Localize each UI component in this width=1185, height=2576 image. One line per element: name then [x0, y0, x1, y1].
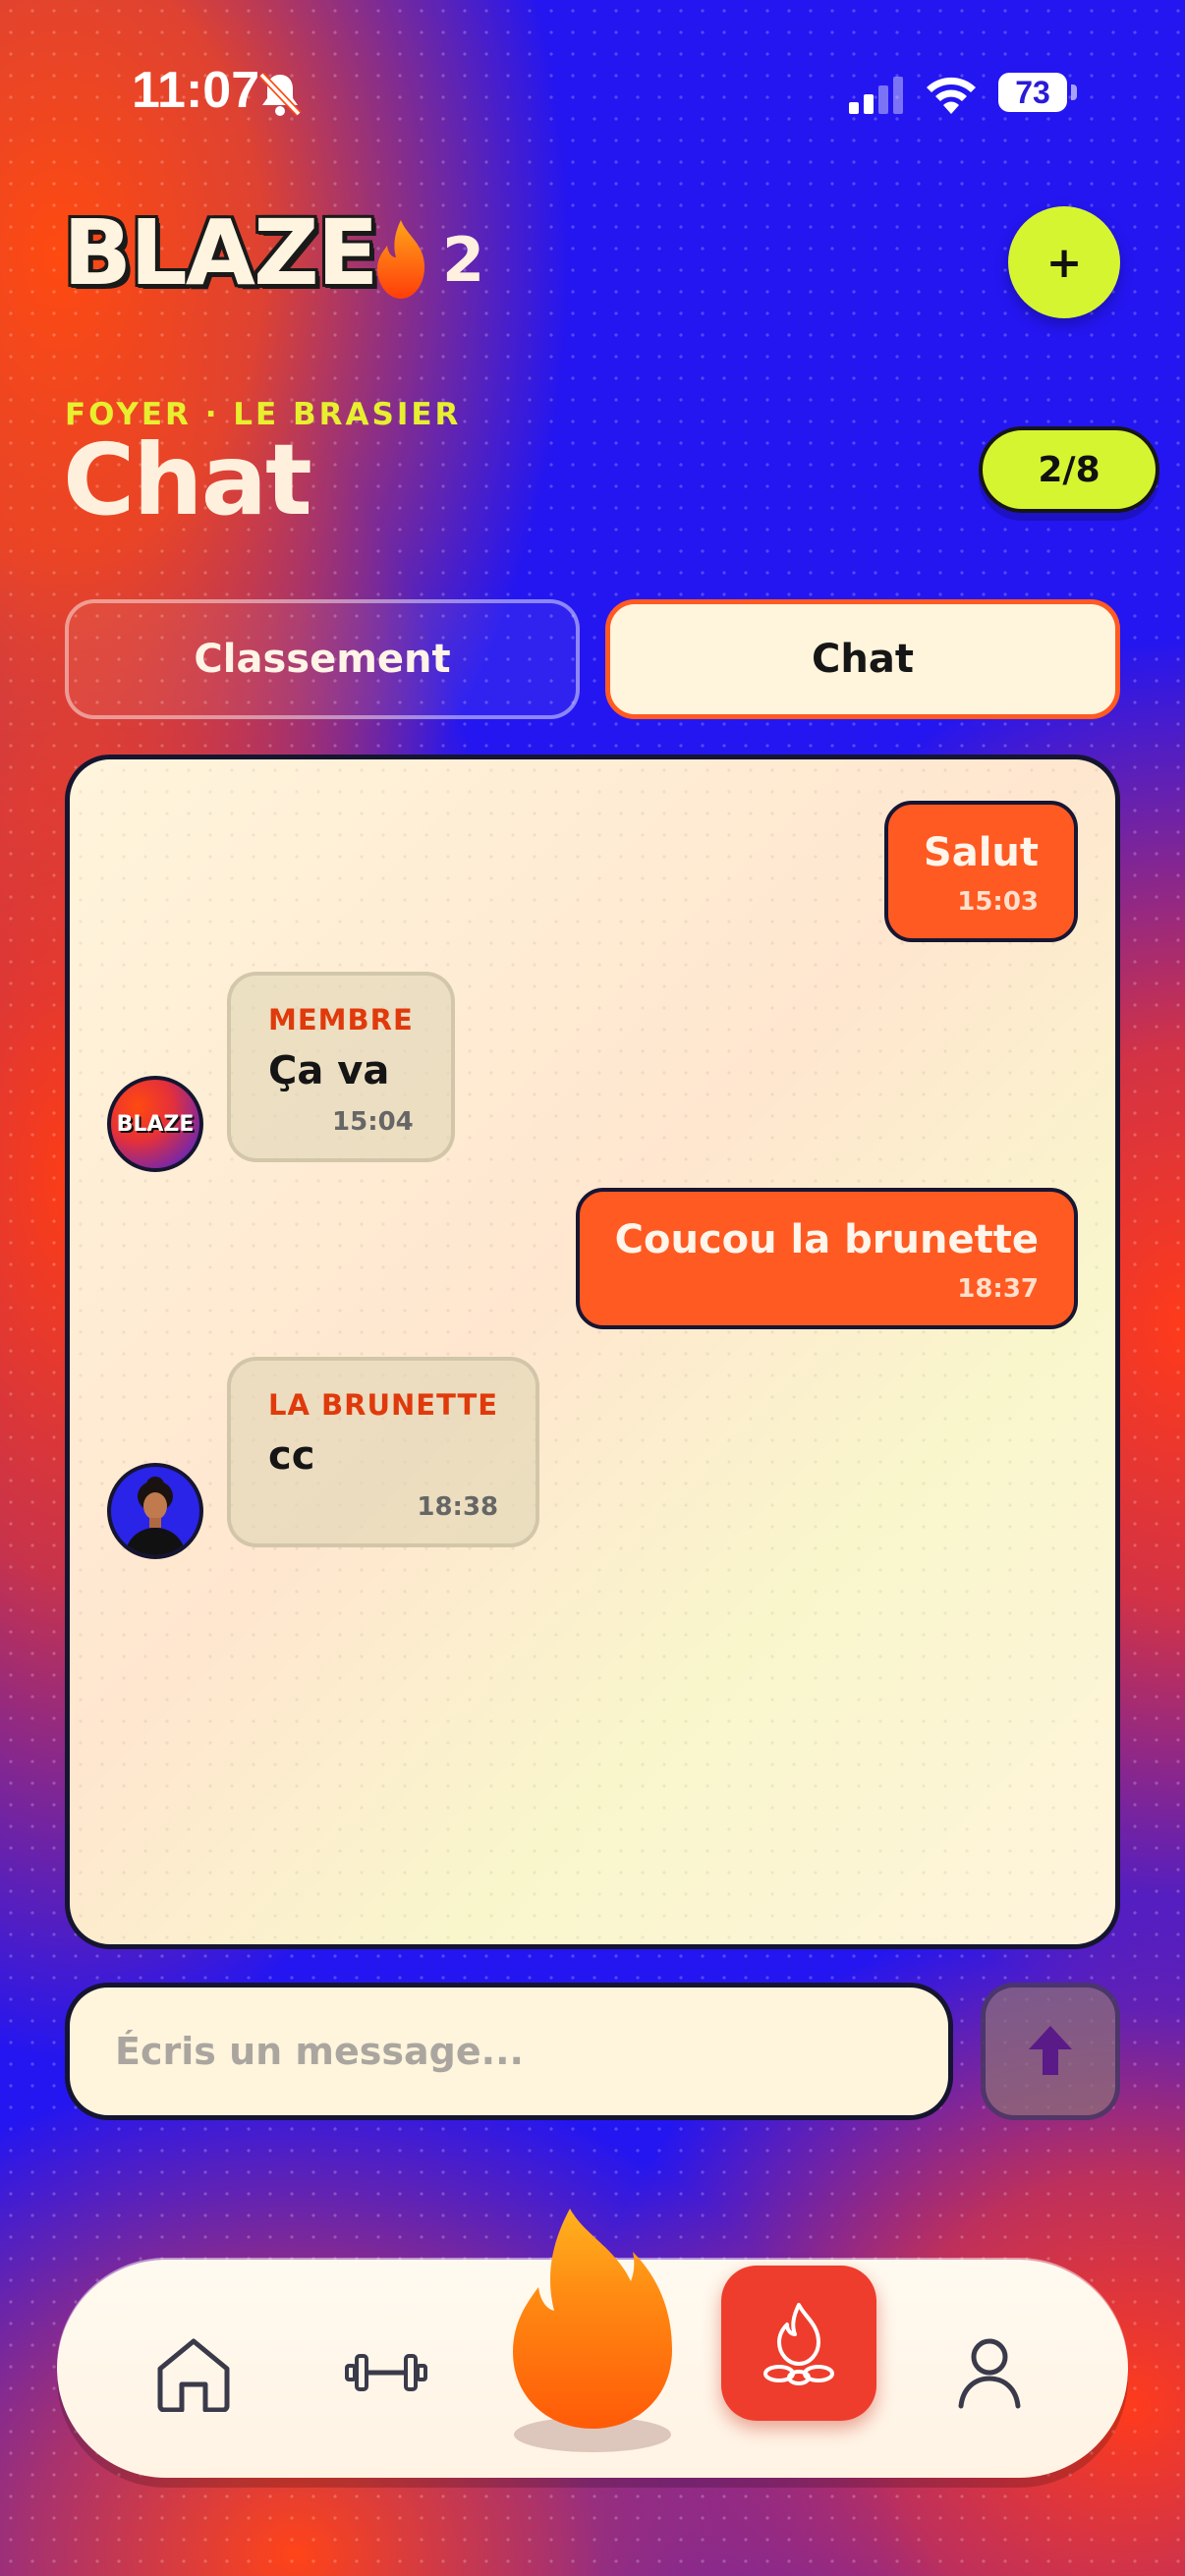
- message-time: 15:03: [957, 887, 1039, 917]
- app-logo: BLAZE: [63, 200, 379, 306]
- nav-profile[interactable]: [945, 2328, 1034, 2417]
- flame-icon: [513, 2209, 672, 2452]
- message-text: Coucou la brunette: [614, 1217, 1039, 1262]
- nav-streak[interactable]: [489, 2201, 696, 2460]
- add-button[interactable]: +: [1008, 206, 1120, 318]
- battery-cap: [1071, 84, 1077, 100]
- battery-indicator: 73: [998, 73, 1067, 112]
- message-text: Salut: [923, 830, 1039, 875]
- user-icon: [958, 2338, 1021, 2409]
- person-avatar-illustration: [125, 1477, 186, 1555]
- nav-home[interactable]: [149, 2328, 238, 2417]
- campfire-icon: [763, 2303, 834, 2385]
- status-time: 11:07: [132, 62, 260, 119]
- message-bubble-outgoing[interactable]: Salut 15:03: [883, 801, 1078, 942]
- message-input[interactable]: [113, 2029, 948, 2074]
- message-time: 18:37: [957, 1274, 1039, 1304]
- message-text: cc: [268, 1433, 315, 1479]
- wifi-icon: [927, 77, 976, 114]
- nav-workout[interactable]: [342, 2328, 430, 2417]
- tab-leaderboard[interactable]: Classement: [65, 599, 580, 719]
- avatar[interactable]: BLAZE: [107, 1076, 203, 1172]
- send-button[interactable]: [981, 1983, 1120, 2120]
- home-icon: [157, 2338, 230, 2412]
- nav-campfire[interactable]: [721, 2266, 876, 2421]
- streak-counter: 2: [366, 218, 484, 301]
- message-author: LA BRUNETTE: [268, 1388, 499, 1422]
- tab-chat[interactable]: Chat: [605, 599, 1120, 719]
- message-bubble-incoming[interactable]: MEMBRE Ça va 15:04: [227, 972, 455, 1162]
- message-bubble-incoming[interactable]: LA BRUNETTE cc 18:38: [227, 1357, 540, 1547]
- dumbbell-icon: [345, 2354, 427, 2391]
- streak-count: 2: [442, 223, 485, 296]
- arrow-up-icon: [1029, 2026, 1072, 2075]
- message-author: MEMBRE: [268, 1003, 414, 1036]
- message-time: 18:38: [417, 1492, 499, 1522]
- message-bubble-outgoing[interactable]: Coucou la brunette 18:37: [575, 1188, 1078, 1329]
- member-count-badge[interactable]: 2/8: [979, 426, 1159, 513]
- message-text: Ça va: [268, 1048, 390, 1093]
- avatar[interactable]: [107, 1463, 203, 1559]
- signal-icon: [849, 77, 903, 114]
- message-time: 15:04: [332, 1107, 414, 1137]
- page-title: Chat: [63, 422, 312, 537]
- flame-icon: [377, 220, 424, 299]
- bell-muted-icon: [258, 72, 302, 117]
- chat-panel[interactable]: Salut 15:03 BLAZE MEMBRE Ça va 15:04 Cou…: [65, 755, 1120, 1949]
- message-composer: [65, 1983, 953, 2120]
